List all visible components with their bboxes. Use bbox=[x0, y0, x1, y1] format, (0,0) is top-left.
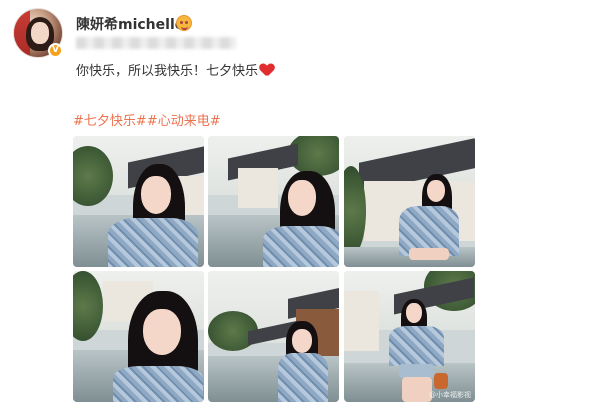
post-meta-redacted bbox=[76, 37, 236, 49]
face bbox=[406, 303, 422, 323]
denim-jacket bbox=[278, 353, 328, 402]
photo-2[interactable] bbox=[208, 136, 339, 267]
face bbox=[288, 180, 316, 216]
post-text-content: 你快乐，所以我快乐！七夕快乐 bbox=[76, 64, 259, 79]
denim-jacket bbox=[108, 218, 198, 267]
photo-1[interactable] bbox=[73, 136, 204, 267]
handbag bbox=[434, 373, 448, 389]
heart-icon bbox=[260, 64, 274, 76]
photo-4[interactable] bbox=[73, 271, 204, 402]
photo-watermark: @小幸福影视 bbox=[429, 391, 471, 399]
face bbox=[143, 309, 181, 355]
username[interactable]: 陳妍希michelle bbox=[76, 14, 184, 34]
denim-jacket bbox=[113, 366, 203, 402]
photo-5[interactable] bbox=[208, 271, 339, 402]
hashtag-qixi[interactable]: #七夕快乐# bbox=[73, 114, 147, 129]
vip-icon[interactable] bbox=[176, 15, 192, 31]
shorts bbox=[399, 364, 434, 378]
wall bbox=[238, 168, 278, 208]
face bbox=[427, 180, 445, 202]
post-text: 你快乐，所以我快乐！七夕快乐 bbox=[76, 60, 274, 79]
face bbox=[141, 176, 171, 214]
photo-6[interactable]: @小幸福影视 bbox=[344, 271, 475, 402]
legs bbox=[409, 248, 449, 260]
legs bbox=[402, 377, 432, 402]
verified-icon: V bbox=[48, 43, 63, 58]
denim-jacket bbox=[389, 326, 444, 366]
denim-jacket bbox=[263, 226, 339, 267]
photo-3[interactable] bbox=[344, 136, 475, 267]
face bbox=[292, 329, 312, 353]
wall bbox=[344, 291, 379, 351]
avatar-face bbox=[31, 22, 49, 44]
hashtag-row: #七夕快乐##心动来电# bbox=[73, 110, 221, 129]
hashtag-xindong[interactable]: #心动来电# bbox=[147, 114, 221, 129]
weibo-post: V 陳妍希michelle 你快乐，所以我快乐！七夕快乐 #七夕快乐##心动来电… bbox=[0, 0, 590, 408]
